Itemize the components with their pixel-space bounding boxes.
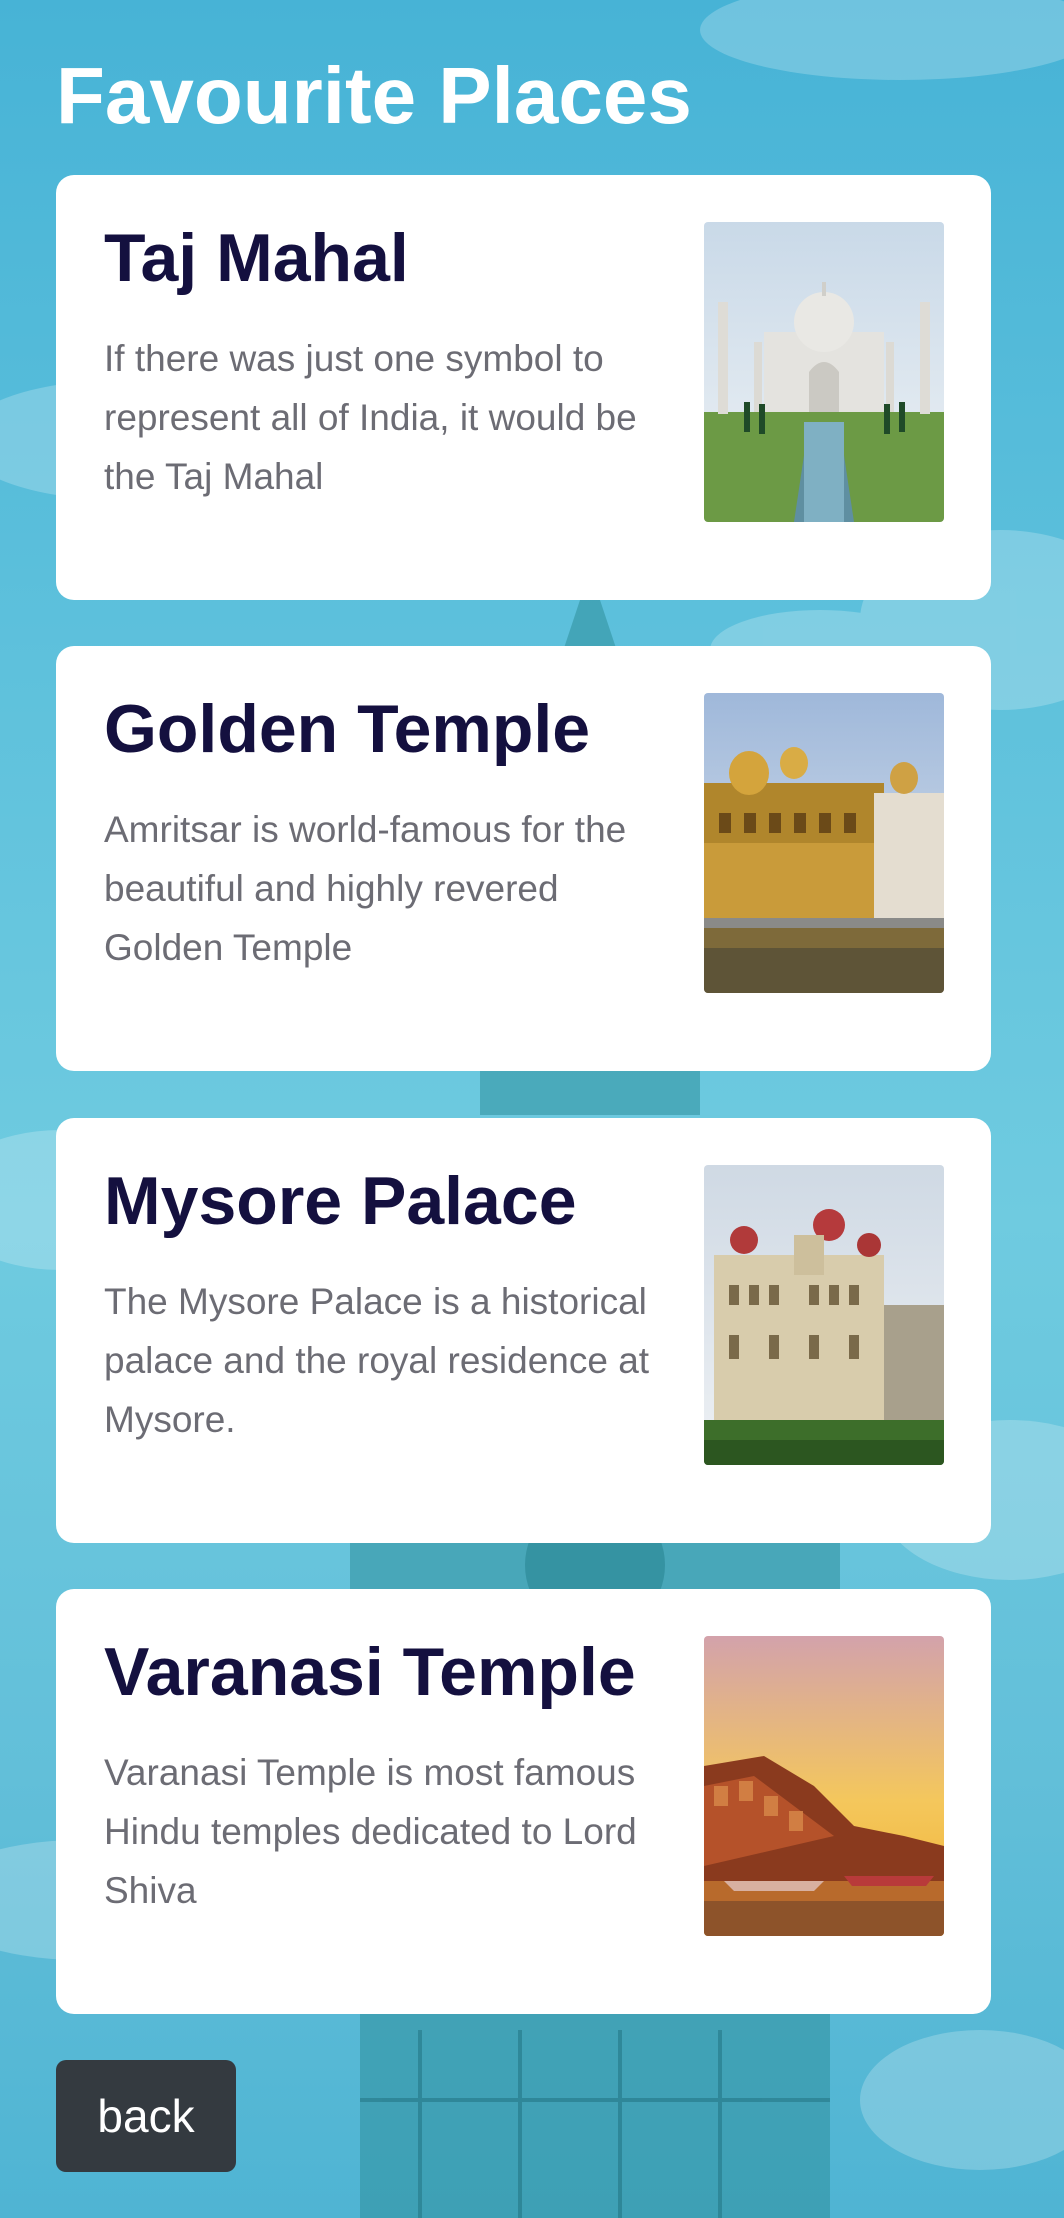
place-title: Golden Temple xyxy=(104,691,591,767)
place-description: The Mysore Palace is a historical palace… xyxy=(104,1281,650,1440)
place-card-varanasi-temple[interactable]: Varanasi Temple Varanasi Temple is most … xyxy=(56,1589,991,2014)
place-card-golden-temple[interactable]: Golden Temple Amritsar is world-famous f… xyxy=(56,646,991,1071)
place-title: Varanasi Temple xyxy=(104,1634,636,1710)
mysore-palace-photo xyxy=(704,1165,944,1465)
place-card-mysore-palace[interactable]: Mysore Palace The Mysore Palace is a his… xyxy=(56,1118,991,1543)
taj-mahal-photo xyxy=(704,222,944,522)
back-button[interactable]: back xyxy=(56,2060,236,2172)
place-description: Amritsar is world-famous for the beautif… xyxy=(104,809,627,968)
golden-temple-photo xyxy=(704,693,944,993)
place-description: If there was just one symbol to represen… xyxy=(104,338,637,497)
place-title: Mysore Palace xyxy=(104,1163,577,1239)
varanasi-ghat-photo xyxy=(704,1636,944,1936)
place-description: Varanasi Temple is most famous Hindu tem… xyxy=(104,1752,637,1911)
page-title: Favourite Places xyxy=(56,51,692,140)
place-card-taj-mahal[interactable]: Taj Mahal If there was just one symbol t… xyxy=(56,175,991,600)
place-title: Taj Mahal xyxy=(104,220,409,296)
